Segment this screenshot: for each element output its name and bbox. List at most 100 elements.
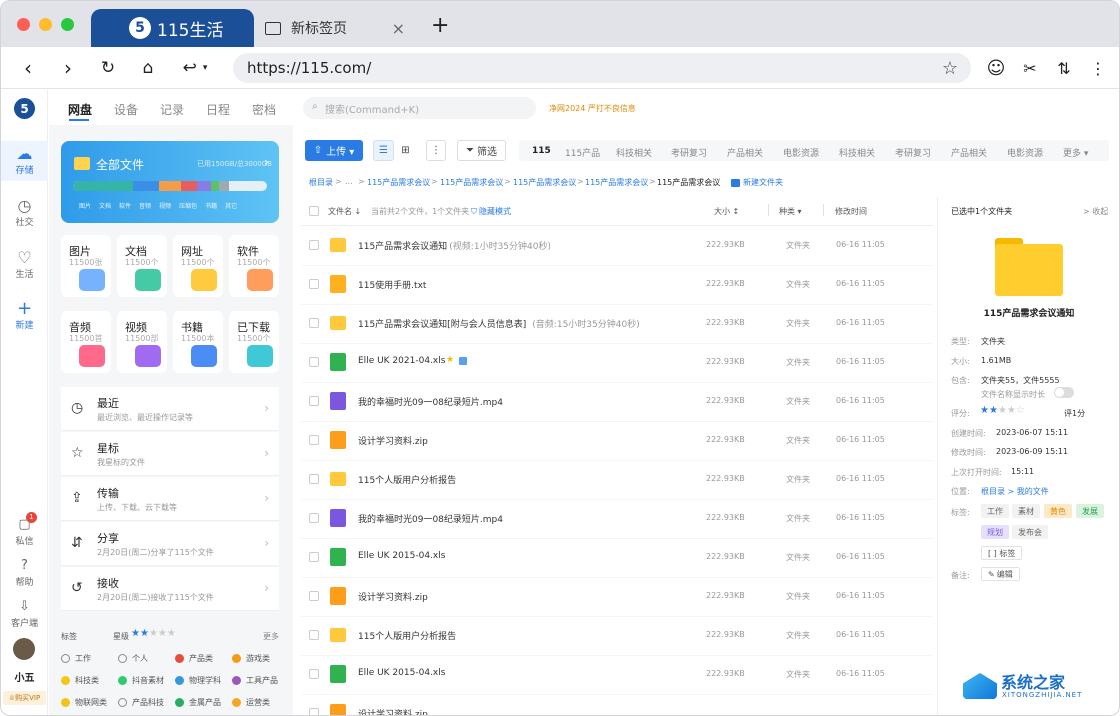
back-icon[interactable]: ‹: [13, 53, 43, 83]
table-row[interactable]: 设计学习资料.zip: [301, 694, 933, 715]
tab-vault[interactable]: 密档: [252, 101, 276, 118]
tab-disk[interactable]: 网盘: [68, 101, 92, 118]
menu-icon[interactable]: ⋮: [1083, 53, 1113, 83]
quick-tab[interactable]: 产品相关: [951, 146, 987, 159]
tag-item[interactable]: 物联网类: [61, 697, 107, 708]
table-row[interactable]: 我的幸福时光09一08纪录短片.mp4 222.93KB 文件夹 06-16 11:0…: [301, 499, 933, 538]
category-urls[interactable]: 网址 11500个: [173, 235, 223, 297]
category-audio[interactable]: 音频 11500首: [61, 311, 111, 373]
row-checkbox[interactable]: [309, 474, 319, 484]
new-folder-button[interactable]: 新建文件夹: [731, 177, 783, 188]
tag-item[interactable]: 游戏类: [232, 653, 270, 664]
upload-button[interactable]: ⇧ 上传 ▾: [305, 140, 363, 161]
grid-view-button[interactable]: ⊞: [395, 140, 416, 161]
table-row[interactable]: Elle UK 2021-04.xls 222.93KB 文件夹 06-16 11:0…: [301, 343, 933, 382]
col-size[interactable]: 大小 ↕: [714, 206, 739, 217]
nav-recent[interactable]: ◷ 最近 最近浏览、最近操作记录等 ›: [61, 387, 279, 431]
quick-tab[interactable]: 电影资源: [783, 146, 819, 159]
file-name[interactable]: 设计学习资料.zip: [358, 434, 428, 447]
row-checkbox[interactable]: [309, 552, 319, 562]
new-tab-button[interactable]: +: [431, 13, 449, 38]
row-checkbox[interactable]: [309, 318, 319, 328]
row-checkbox[interactable]: [309, 513, 319, 523]
tab-schedule[interactable]: 日程: [206, 101, 230, 118]
detail-tag[interactable]: 发布会: [1012, 525, 1048, 539]
vip-button[interactable]: ♕ 购买VIP: [3, 691, 46, 705]
detail-tag[interactable]: 发展: [1076, 504, 1104, 518]
minimize-window-button[interactable]: [39, 18, 52, 31]
table-row[interactable]: 设计学习资料.zip 222.93KB 文件夹 06-16 11:05: [301, 577, 933, 616]
hide-mode-toggle[interactable]: ⛉ 隐藏模式: [471, 206, 511, 217]
table-row[interactable]: 115个人版用户分析报告 222.93KB 文件夹 06-16 11:05: [301, 616, 933, 655]
chat-icon[interactable]: ☺: [981, 53, 1011, 83]
rail-item-client[interactable]: ⇩ 客户端: [1, 598, 48, 629]
breadcrumb-item[interactable]: 115产品需求会议: [440, 177, 503, 188]
detail-location-link[interactable]: 根目录 > 我的文件: [981, 486, 1049, 497]
category-downloaded[interactable]: 已下载 11500个: [229, 311, 279, 373]
category-software[interactable]: 软件 11500个: [229, 235, 279, 297]
tab-records[interactable]: 记录: [160, 101, 184, 118]
tag-item[interactable]: 抖音素材: [118, 675, 164, 686]
row-checkbox[interactable]: [309, 669, 319, 679]
tab-new[interactable]: 新标签页 ×: [263, 9, 415, 47]
tag-item[interactable]: 运营类: [232, 697, 270, 708]
duration-toggle[interactable]: [1054, 387, 1074, 398]
tag-item[interactable]: 产品类: [175, 653, 213, 664]
tag-item[interactable]: 科技类: [61, 675, 99, 686]
nav-transfer[interactable]: ⇪ 传输 上传、下载、云下载等 ›: [61, 477, 279, 521]
file-name[interactable]: Elle UK 2015-04.xls: [358, 668, 445, 678]
add-tag-button[interactable]: [ ] 标签: [981, 546, 1023, 560]
breadcrumb-item[interactable]: 115产品需求会议: [513, 177, 576, 188]
file-name[interactable]: Elle UK 2021-04.xls: [358, 356, 445, 366]
detail-tag[interactable]: 素材: [1012, 504, 1040, 518]
maximize-window-button[interactable]: [61, 18, 74, 31]
breadcrumb-item[interactable]: 115产品需求会议: [367, 177, 430, 188]
tag-item[interactable]: 金属产品: [175, 697, 221, 708]
category-images[interactable]: 图片 11500张: [61, 235, 111, 297]
nav-receive[interactable]: ↺ 接收 2月20日(周二)接收了115个文件 ›: [61, 567, 279, 611]
row-checkbox[interactable]: [309, 240, 319, 250]
all-files-card[interactable]: 全部文件 已用150GB/总3000GB › 图片 文档 软件 音频 视频 压缩包 书籍 其它: [61, 141, 279, 223]
table-row[interactable]: Elle UK 2015-04.xls 222.93KB 文件夹 06-16 11:0…: [301, 655, 933, 694]
quick-tab[interactable]: 产品相关: [727, 146, 763, 159]
home-icon[interactable]: ⌂: [133, 53, 163, 83]
file-name[interactable]: 我的幸福时光09一08纪录短片.mp4: [358, 512, 503, 525]
tab-115[interactable]: 5 115生活: [91, 9, 254, 47]
quick-tab[interactable]: 科技相关: [616, 146, 652, 159]
quick-tab[interactable]: 115: [532, 146, 551, 156]
table-row[interactable]: 设计学习资料.zip 222.93KB 文件夹 06-16 11:05: [301, 421, 933, 460]
file-name[interactable]: 设计学习资料.zip: [358, 590, 428, 603]
edit-note-button[interactable]: ✎ 编辑: [981, 567, 1020, 581]
table-row[interactable]: Elle UK 2015-04.xls 222.93KB 文件夹 06-16 11:0…: [301, 538, 933, 577]
detail-tag[interactable]: 工作: [981, 504, 1009, 518]
url-input[interactable]: https://115.com/: [233, 53, 971, 83]
tag-item[interactable]: 个人: [118, 653, 148, 664]
rail-item-life[interactable]: ♡ 生活: [1, 249, 48, 281]
forward-icon[interactable]: ›: [53, 53, 83, 83]
quick-tab[interactable]: 考研复习: [671, 146, 707, 159]
quick-tab[interactable]: 科技相关: [839, 146, 875, 159]
list-view-button[interactable]: ☰: [373, 140, 394, 161]
tag-item[interactable]: 工作: [61, 653, 91, 664]
row-checkbox[interactable]: [309, 591, 319, 601]
star-icon[interactable]: ☆: [935, 53, 965, 83]
sort-icon[interactable]: ⇅: [1049, 53, 1079, 83]
file-name[interactable]: Elle UK 2015-04.xls: [358, 551, 445, 561]
rail-item-help[interactable]: ? 帮助: [1, 557, 48, 588]
file-name[interactable]: 115个人版用户分析报告: [358, 473, 456, 486]
table-row[interactable]: 115个人版用户分析报告 222.93KB 文件夹 06-16 11:05: [301, 460, 933, 499]
collapse-button[interactable]: > 收起: [1083, 206, 1108, 217]
row-checkbox[interactable]: [309, 435, 319, 445]
quick-tab[interactable]: 电影资源: [1007, 146, 1043, 159]
search-input[interactable]: 搜索(Command+K): [303, 97, 536, 119]
row-checkbox[interactable]: [309, 396, 319, 406]
scissors-icon[interactable]: ✂: [1015, 53, 1045, 83]
category-books[interactable]: 书籍 11500本: [173, 311, 223, 373]
row-checkbox[interactable]: [309, 630, 319, 640]
tab-devices[interactable]: 设备: [114, 101, 138, 118]
star-filter-icon[interactable]: ★★★★★: [131, 628, 176, 639]
rail-item-social[interactable]: ◷ 社交: [1, 197, 48, 229]
category-docs[interactable]: 文档 11500个: [117, 235, 167, 297]
tags-more-link[interactable]: 更多: [263, 631, 279, 642]
breadcrumb-item[interactable]: 115产品需求会议: [585, 177, 648, 188]
